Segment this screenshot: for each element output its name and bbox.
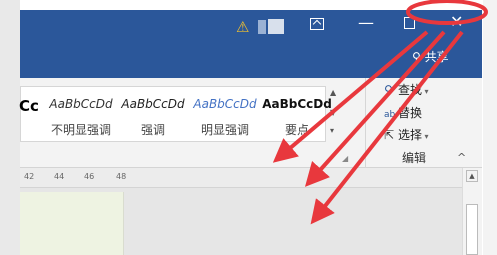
ribbon-display-options-icon[interactable] <box>310 18 324 30</box>
word-window: ⚠ — ✕ ⚲ 共享 Cc AaBbCcDd 不明显强调 AaBbCcDd 强调… <box>0 0 497 255</box>
share-icon: ⚲ <box>412 50 425 64</box>
style-item[interactable]: Cc <box>19 97 39 125</box>
style-label: 强调 <box>140 123 165 137</box>
editing-group-label: 编辑 <box>402 151 427 165</box>
style-label: 不明显强调 <box>50 123 111 137</box>
style-sample: AaBbCcDd <box>121 97 185 111</box>
cursor-icon: ⇱ <box>384 128 395 142</box>
select-label: 选择 <box>398 128 423 142</box>
gallery-up-icon[interactable]: ▲ <box>330 88 336 97</box>
styles-gallery: Cc AaBbCcDd 不明显强调 AaBbCcDd 强调 AaBbCcDd 明… <box>19 86 332 142</box>
ruler-tick: 44 <box>54 172 65 181</box>
search-icon: ⚲ <box>384 83 393 97</box>
style-sample: Cc <box>19 97 39 115</box>
blurred-account-area <box>268 19 284 34</box>
minimize-icon[interactable]: — <box>358 13 374 32</box>
horizontal-ruler: 42 44 46 48 <box>20 168 462 188</box>
warning-icon[interactable]: ⚠ <box>236 18 249 36</box>
style-label: 明显强调 <box>200 123 249 137</box>
replace-icon: ab <box>384 110 396 120</box>
find-button[interactable]: ⚲ 查找 ▾ <box>384 81 429 98</box>
maximize-icon[interactable] <box>404 17 415 29</box>
blurred-account-area <box>258 20 266 34</box>
style-item[interactable]: AaBbCcDd 要点 <box>261 97 333 138</box>
style-sample: AaBbCcDd <box>49 97 113 111</box>
ruler-tick: 46 <box>84 172 95 181</box>
share-button[interactable]: ⚲ 共享 <box>412 48 449 65</box>
style-item[interactable]: AaBbCcDd 明显强调 <box>189 97 261 138</box>
replace-label: 替换 <box>398 106 423 120</box>
style-label: 要点 <box>284 123 309 137</box>
gallery-more-icon[interactable]: ▾ <box>330 126 334 135</box>
replace-button[interactable]: ab 替换 <box>384 104 422 121</box>
style-item[interactable]: AaBbCcDd 不明显强调 <box>45 97 117 138</box>
editing-group: ⚲ 查找 ▾ ab 替换 ⇱ 选择 ▾ 编辑 <box>365 78 445 168</box>
vertical-scrollbar[interactable]: ▲ <box>462 168 482 255</box>
style-item[interactable]: AaBbCcDd 强调 <box>117 97 189 138</box>
ribbon: Cc AaBbCcDd 不明显强调 AaBbCcDd 强调 AaBbCcDd 明… <box>19 78 482 168</box>
gallery-down-icon[interactable]: ▼ <box>330 108 336 117</box>
document-area[interactable] <box>20 188 462 255</box>
select-button[interactable]: ⇱ 选择 ▾ <box>384 126 429 143</box>
style-sample: AaBbCcDd <box>193 97 257 111</box>
scroll-thumb[interactable] <box>466 204 478 255</box>
left-edge <box>0 0 20 255</box>
close-icon[interactable]: ✕ <box>450 12 463 31</box>
gallery-scroll[interactable]: ▲ ▼ ▾ <box>328 86 342 142</box>
ruler-tick: 48 <box>116 172 127 181</box>
collapse-ribbon-icon[interactable]: ^ <box>457 151 466 164</box>
style-sample: AaBbCcDd <box>262 97 332 111</box>
right-edge <box>483 0 497 255</box>
share-label: 共享 <box>424 50 449 64</box>
title-bar: ⚠ — ✕ ⚲ 共享 <box>20 10 482 78</box>
dialog-launcher-icon[interactable]: ◢ <box>342 154 348 163</box>
ruler-tick: 42 <box>24 172 35 181</box>
find-label: 查找 <box>398 83 423 97</box>
scroll-up-icon[interactable]: ▲ <box>466 170 478 182</box>
document-page[interactable] <box>20 192 124 255</box>
